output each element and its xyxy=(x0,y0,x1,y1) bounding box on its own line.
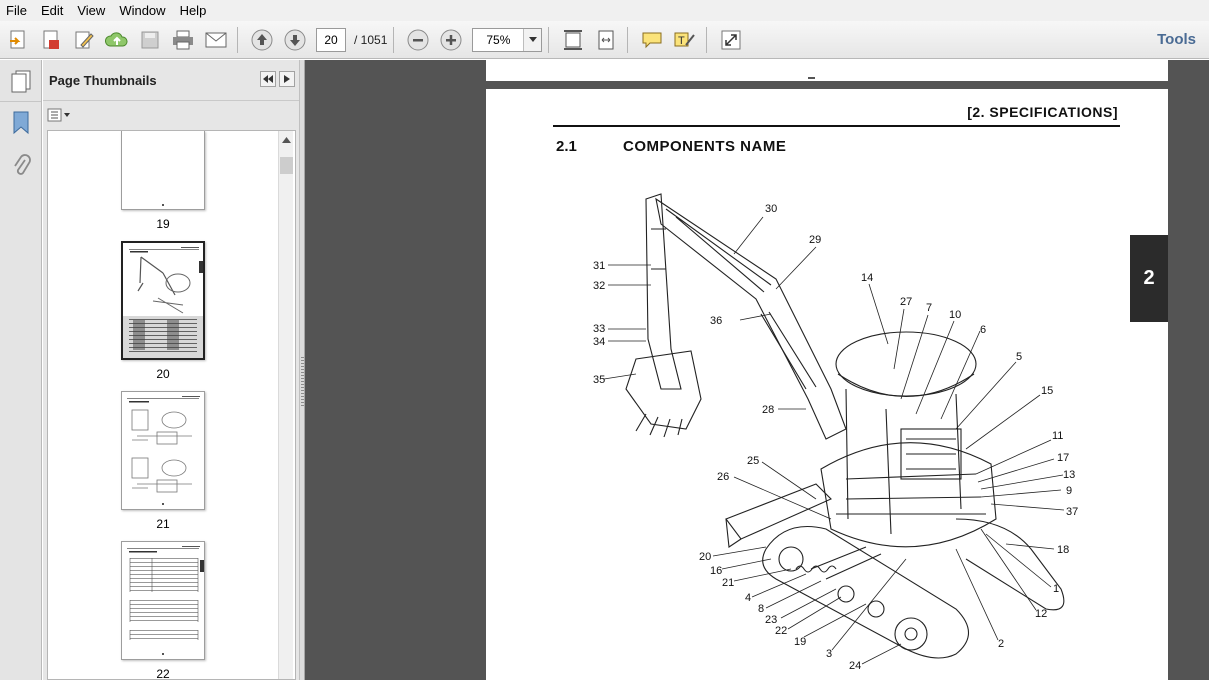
expand-icon[interactable] xyxy=(716,25,746,55)
navigation-strip xyxy=(0,60,42,680)
upload-cloud-icon[interactable] xyxy=(102,25,132,55)
thumbnails-panel: Page Thumbnails 19 20 21 22 xyxy=(43,60,299,680)
thumbnail-page-21[interactable] xyxy=(121,391,205,510)
zoom-in-icon[interactable] xyxy=(436,25,466,55)
callout-31: 31 xyxy=(593,260,605,272)
callout-5: 5 xyxy=(1016,351,1022,363)
attachment-icon[interactable] xyxy=(0,144,41,186)
thumbnail-scrollbar[interactable] xyxy=(278,131,293,679)
thumbnails-title: Page Thumbnails xyxy=(49,72,157,88)
zoom-out-icon[interactable] xyxy=(403,25,433,55)
panel-buttons xyxy=(260,71,295,87)
pdf-page: [2. SPECIFICATIONS] 2.1 COMPONENTS NAME xyxy=(486,89,1168,680)
edit-icon[interactable] xyxy=(69,25,99,55)
splitter-grip[interactable] xyxy=(301,357,304,407)
zoom-value: 75% xyxy=(486,32,511,47)
menu-edit[interactable]: Edit xyxy=(34,0,70,21)
callout-30: 30 xyxy=(765,203,777,215)
toolbar: 20 / 1051 75% T Tools xyxy=(0,21,1209,59)
callout-33: 33 xyxy=(593,323,605,335)
callout-26: 26 xyxy=(717,471,729,483)
callout-34: 34 xyxy=(593,336,605,348)
callout-3: 3 xyxy=(826,648,832,660)
thumbnail-options-button[interactable] xyxy=(43,101,299,129)
callout-17: 17 xyxy=(1057,452,1069,464)
open-pdf-icon[interactable] xyxy=(36,25,66,55)
thumbnail-page-19[interactable] xyxy=(121,131,205,210)
callout-13: 13 xyxy=(1063,469,1075,481)
toolbar-separator xyxy=(627,26,629,53)
create-pdf-icon[interactable] xyxy=(3,25,33,55)
highlight-text-icon[interactable]: T xyxy=(670,25,700,55)
callout-10: 10 xyxy=(949,309,961,321)
pages-panel-icon[interactable] xyxy=(0,60,41,102)
print-icon[interactable] xyxy=(168,25,198,55)
thumbnail-label: 21 xyxy=(156,517,170,531)
callout-9: 9 xyxy=(1066,485,1072,497)
thumbnail-label: 22 xyxy=(156,667,170,680)
bookmark-icon[interactable] xyxy=(0,102,41,144)
email-icon[interactable] xyxy=(201,25,231,55)
thumbnail-label: 19 xyxy=(156,217,170,231)
svg-text:T: T xyxy=(678,35,685,47)
fit-page-icon[interactable] xyxy=(558,25,588,55)
thumbnail-page-20[interactable] xyxy=(121,241,205,360)
comment-icon[interactable] xyxy=(637,25,667,55)
chapter-tab: 2 xyxy=(1130,235,1168,322)
callout-12: 12 xyxy=(1035,608,1047,620)
callout-22: 22 xyxy=(775,625,787,637)
callout-24: 24 xyxy=(849,660,861,672)
callout-29: 29 xyxy=(809,234,821,246)
callout-15: 15 xyxy=(1041,385,1053,397)
next-page-icon[interactable] xyxy=(280,25,310,55)
callout-16: 16 xyxy=(710,565,722,577)
menu-view[interactable]: View xyxy=(70,0,112,21)
callout-6: 6 xyxy=(980,324,986,336)
callout-37: 37 xyxy=(1066,506,1078,518)
toolbar-separator xyxy=(237,26,238,53)
menu-bar: File Edit View Window Help xyxy=(0,0,1209,21)
callout-28: 28 xyxy=(762,404,774,416)
scrollbar-thumb[interactable] xyxy=(280,157,293,174)
document-view[interactable]: [2. SPECIFICATIONS] 2.1 COMPONENTS NAME xyxy=(305,60,1209,680)
toolbar-separator xyxy=(548,26,550,53)
menu-help[interactable]: Help xyxy=(173,0,214,21)
callout-36: 36 xyxy=(710,315,722,327)
callout-1: 1 xyxy=(1053,583,1059,595)
save-icon[interactable] xyxy=(135,25,165,55)
callout-32: 32 xyxy=(593,280,605,292)
toolbar-separator xyxy=(393,26,395,53)
thumbnail-page-22[interactable] xyxy=(121,541,205,660)
menu-window[interactable]: Window xyxy=(112,0,172,21)
zoom-select[interactable]: 75% xyxy=(472,27,543,52)
callout-25: 25 xyxy=(747,455,759,467)
callout-14: 14 xyxy=(861,272,873,284)
excavator-diagram: 30 29 31 32 14 27 7 10 6 36 33 34 5 35 1… xyxy=(593,193,1078,672)
expand-panel-icon[interactable] xyxy=(279,71,295,87)
callout-20: 20 xyxy=(699,551,711,563)
previous-page-icon[interactable] xyxy=(247,25,277,55)
callout-8: 8 xyxy=(758,603,764,615)
toolbar-separator xyxy=(706,26,708,53)
previous-page-bottom xyxy=(486,60,1168,81)
callout-18: 18 xyxy=(1057,544,1069,556)
callout-2: 2 xyxy=(998,638,1004,650)
tools-button[interactable]: Tools xyxy=(1157,31,1196,48)
callout-19: 19 xyxy=(794,636,806,648)
chevron-down-icon[interactable] xyxy=(523,28,542,51)
callout-35: 35 xyxy=(593,374,605,386)
fit-width-icon[interactable] xyxy=(591,25,621,55)
thumbnail-label: 20 xyxy=(156,367,170,381)
menu-file[interactable]: File xyxy=(0,0,34,21)
callout-7: 7 xyxy=(926,302,932,314)
page-number-input[interactable]: 20 xyxy=(316,27,346,52)
callout-4: 4 xyxy=(745,592,751,604)
chevron-up-icon[interactable] xyxy=(279,131,293,148)
page-total: / 1051 xyxy=(354,32,388,47)
callout-21: 21 xyxy=(722,577,734,589)
callout-11: 11 xyxy=(1052,430,1063,442)
thumbnail-list: 19 20 21 22 xyxy=(47,130,296,680)
callout-27: 27 xyxy=(900,296,912,308)
collapse-panel-icon[interactable] xyxy=(260,71,276,87)
